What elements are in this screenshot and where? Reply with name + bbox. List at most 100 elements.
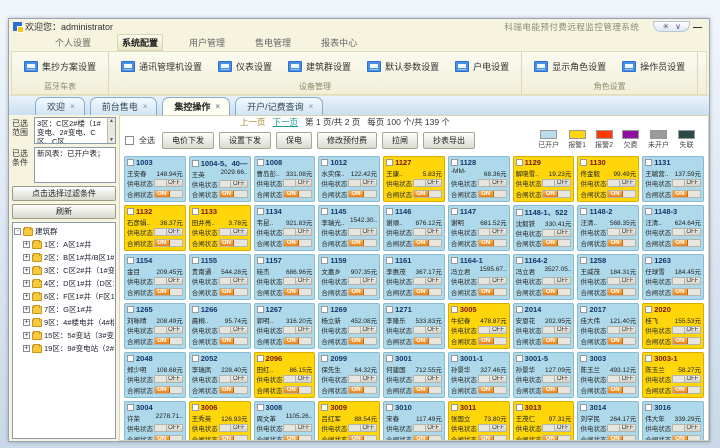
close-icon[interactable]: × (70, 102, 75, 111)
gate-status-toggle[interactable]: ON (154, 239, 183, 247)
gate-status-toggle[interactable]: ON (413, 435, 442, 441)
meter-card[interactable]: 1157硅杰686.96元供电状态OFF合闸状态ON (254, 254, 316, 300)
supply-status-toggle[interactable]: OFF (283, 228, 312, 236)
supply-status-toggle[interactable]: OFF (478, 277, 507, 285)
gate-status-toggle[interactable]: ON (348, 435, 377, 441)
gate-status-toggle[interactable]: ON (219, 386, 248, 394)
card-checkbox[interactable] (321, 404, 328, 411)
gate-status-toggle[interactable]: ON (154, 190, 183, 198)
meter-card[interactable]: 1161李惠茂367.17元供电状态OFF合闸状态ON (383, 254, 445, 300)
toolbar-button-5[interactable]: 拉闸 (382, 132, 418, 149)
card-checkbox[interactable] (516, 404, 523, 411)
window-style-control[interactable]: ✳ ∨ (653, 21, 690, 32)
tree-node[interactable]: +19区：9#变电站（2#… (14, 342, 114, 355)
supply-status-toggle[interactable]: OFF (154, 424, 183, 432)
supply-status-toggle[interactable]: OFF (413, 424, 442, 432)
expand-icon[interactable]: + (23, 319, 30, 326)
meter-card[interactable]: 1155贵南通544.28元供电状态OFF合闸状态ON (189, 254, 251, 300)
gate-status-toggle[interactable]: ON (283, 386, 312, 394)
gate-status-toggle[interactable]: ON (607, 337, 636, 345)
refresh-button[interactable]: 刷新 (12, 204, 116, 219)
supply-status-toggle[interactable]: OFF (413, 179, 442, 187)
supply-status-toggle[interactable]: OFF (672, 424, 701, 432)
gate-status-toggle[interactable]: ON (348, 190, 377, 198)
gate-status-toggle[interactable]: ON (413, 386, 442, 394)
supply-status-toggle[interactable]: OFF (607, 326, 636, 334)
supply-status-toggle[interactable]: OFF (219, 424, 248, 432)
supply-status-toggle[interactable]: OFF (219, 228, 248, 236)
supply-status-toggle[interactable]: OFF (348, 375, 377, 383)
ribbon-button[interactable]: 集抄方案设置 (24, 60, 96, 73)
card-checkbox[interactable] (257, 355, 264, 362)
gate-status-toggle[interactable]: ON (542, 386, 571, 394)
supply-status-toggle[interactable]: OFF (672, 228, 701, 236)
expand-icon[interactable]: + (23, 280, 30, 287)
meter-card[interactable]: 3016伟大年339.29元供电状态OFF合闸状态ON (642, 401, 704, 441)
meter-card[interactable]: 1148-3汪清..624.64元供电状态OFF合闸状态ON (642, 205, 704, 251)
doc-tab-1[interactable]: 欢迎× (35, 97, 85, 115)
card-checkbox[interactable] (127, 355, 134, 362)
card-checkbox[interactable] (516, 257, 523, 264)
supply-status-toggle[interactable]: OFF (672, 179, 701, 187)
tree-node[interactable]: +6区：F区1#井（F区1#… (14, 290, 114, 303)
supply-status-toggle[interactable]: OFF (154, 326, 183, 334)
meter-card[interactable]: 1267郭明..316.20元供电状态OFF合闸状态ON (254, 303, 316, 349)
supply-status-toggle[interactable]: OFF (413, 228, 442, 236)
meter-card[interactable]: 3005牛纪春478.87元供电状态OFF合闸状态ON (448, 303, 510, 349)
supply-status-toggle[interactable]: OFF (478, 326, 507, 334)
gate-status-toggle[interactable]: ON (607, 239, 636, 247)
tree-node[interactable]: +9区：4#楼电井（4#楼… (14, 316, 114, 329)
meter-card[interactable]: 2096田红..86.15元供电状态OFF合闸状态ON (254, 352, 316, 398)
toolbar-button-4[interactable]: 修改预付费 (317, 132, 377, 149)
meter-card[interactable]: 1127王康..5.83元供电状态OFF合闸状态ON (383, 156, 445, 202)
card-checkbox[interactable] (645, 355, 652, 362)
supply-status-toggle[interactable]: OFF (478, 424, 507, 432)
close-icon[interactable]: × (309, 102, 314, 111)
doc-tab-3[interactable]: 集控操作× (162, 97, 230, 115)
meter-card[interactable]: 1265刘咏晴208.49元供电状态OFF合闸状态ON (124, 303, 186, 349)
expand-icon[interactable]: + (23, 306, 30, 313)
supply-status-toggle[interactable]: OFF (607, 375, 636, 383)
card-checkbox[interactable] (386, 159, 393, 166)
supply-status-toggle[interactable]: OFF (607, 228, 636, 236)
meter-card[interactable]: 3004许荣2278.71..供电状态OFF合闸状态ON (124, 401, 186, 441)
supply-status-toggle[interactable]: OFF (348, 277, 377, 285)
card-checkbox[interactable] (257, 208, 264, 215)
card-checkbox[interactable] (192, 404, 199, 411)
meter-card[interactable]: 1130佟金毅99.49元供电状态OFF合闸状态ON (577, 156, 639, 202)
gate-status-toggle[interactable]: ON (542, 337, 571, 345)
supply-status-toggle[interactable]: OFF (154, 228, 183, 236)
gate-status-toggle[interactable]: ON (219, 239, 248, 247)
doc-tab-2[interactable]: 前台售电× (90, 97, 158, 115)
meter-card[interactable]: 1269杨立新452.08元供电状态OFF合闸状态ON (318, 303, 380, 349)
next-page-link[interactable]: 下一页 (273, 116, 299, 128)
expand-icon[interactable]: + (23, 241, 30, 248)
supply-status-toggle[interactable]: OFF (542, 424, 571, 432)
expand-icon[interactable]: + (23, 254, 30, 261)
meter-card[interactable]: 3008周文革1105.26..供电状态OFF合闸状态ON (254, 401, 316, 441)
meter-card[interactable]: 1154金目209.45元供电状态OFF合闸状态ON (124, 254, 186, 300)
ribbon-button[interactable]: 操作员设置 (622, 60, 685, 73)
toolbar-button-6[interactable]: 抄表导出 (423, 132, 475, 149)
supply-status-toggle[interactable]: OFF (413, 375, 442, 383)
ribbon-button[interactable]: 仪表设置 (218, 60, 272, 73)
meter-card[interactable]: 1147谢明681.52元供电状态OFF合闸状态ON (448, 205, 510, 251)
supply-status-toggle[interactable]: OFF (478, 375, 507, 383)
card-checkbox[interactable] (580, 306, 587, 313)
close-icon[interactable]: × (215, 102, 220, 111)
gate-status-toggle[interactable]: ON (478, 239, 507, 247)
card-checkbox[interactable] (192, 257, 199, 264)
meter-card[interactable]: 1008曹岛彭..331.08元供电状态OFF合闸状态ON (254, 156, 316, 202)
supply-status-toggle[interactable]: OFF (607, 424, 636, 432)
gate-status-toggle[interactable]: ON (478, 386, 507, 394)
supply-status-toggle[interactable]: OFF (348, 424, 377, 432)
tree-node[interactable]: +3区：C区2#井（1#变… (14, 264, 114, 277)
supply-status-toggle[interactable]: OFF (219, 180, 248, 188)
supply-status-toggle[interactable]: OFF (413, 277, 442, 285)
card-checkbox[interactable] (127, 257, 134, 264)
meter-card[interactable]: 1263任球雪184.45元供电状态OFF合闸状态ON (642, 254, 704, 300)
gate-status-toggle[interactable]: ON (478, 337, 507, 345)
style-icon[interactable]: ✳ (662, 22, 669, 31)
select-all-checkbox[interactable] (125, 136, 134, 145)
supply-status-toggle[interactable]: OFF (219, 375, 248, 383)
